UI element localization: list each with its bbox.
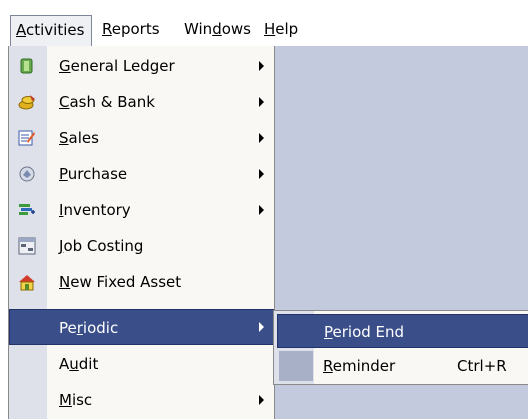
inventory-icon [19, 204, 35, 215]
menu-item-misc[interactable]: Misc [9, 382, 274, 418]
menu-item-periodic[interactable]: Periodic [9, 309, 274, 345]
menu-item-general-ledger[interactable]: General Ledger [9, 48, 274, 84]
menu-activities[interactable]: Activities [10, 15, 92, 46]
fixed-asset-icon [19, 275, 35, 291]
period-end-swatch [278, 315, 314, 347]
menu-item-inventory[interactable]: Inventory [9, 192, 274, 228]
menu-help[interactable]: Help [264, 16, 298, 42]
menu-bar: Activities Reports Windows Help [0, 0, 528, 46]
job-costing-icon [18, 237, 36, 255]
menu-reports[interactable]: Reports [102, 16, 160, 42]
menu-item-period-end[interactable]: Period End [277, 314, 528, 348]
sales-icon [18, 130, 35, 146]
submenu-arrow-icon [259, 61, 264, 71]
submenu-arrow-icon [259, 133, 264, 143]
submenu-arrow-icon [259, 322, 264, 332]
menu-item-job-costing[interactable]: Job Costing [9, 228, 274, 264]
activities-dropdown: General Ledger Cash & Bank Sales Purchas… [8, 46, 275, 419]
submenu-arrow-icon [259, 97, 264, 107]
reminder-swatch [279, 351, 313, 381]
menu-item-purchase[interactable]: Purchase [9, 156, 274, 192]
menu-item-audit[interactable]: Audit [9, 346, 274, 382]
reminder-shortcut: Ctrl+R [457, 357, 507, 375]
menu-item-reminder[interactable]: Reminder Ctrl+R [277, 349, 528, 383]
periodic-submenu: Period End Reminder Ctrl+R [273, 310, 528, 385]
ledger-icon [20, 58, 33, 74]
submenu-arrow-icon [259, 205, 264, 215]
cash-bank-icon [18, 95, 35, 110]
menu-item-sales[interactable]: Sales [9, 120, 274, 156]
submenu-arrow-icon [259, 169, 264, 179]
menu-item-cash-bank[interactable]: Cash & Bank [9, 84, 274, 120]
menu-windows[interactable]: Windows [184, 16, 251, 42]
purchase-icon [19, 166, 35, 182]
menu-item-new-fixed-asset[interactable]: New Fixed Asset [9, 264, 274, 300]
submenu-arrow-icon [259, 395, 264, 405]
